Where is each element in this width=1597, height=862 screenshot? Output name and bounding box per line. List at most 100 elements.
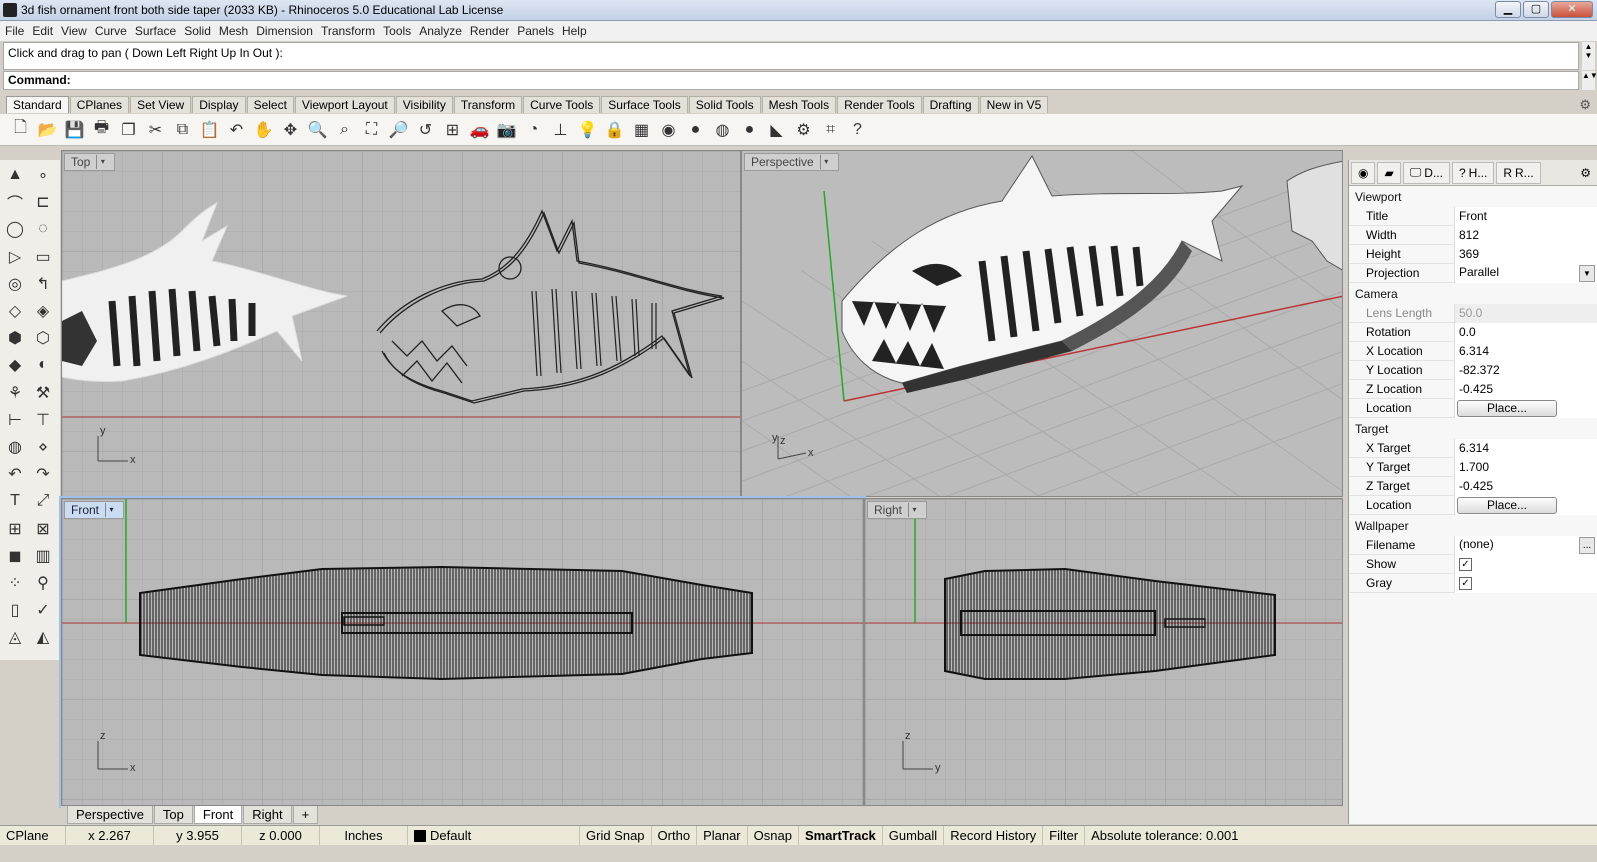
projection-select[interactable]: Parallel ▼ bbox=[1454, 263, 1597, 283]
left-tool-11-icon[interactable]: ◇ bbox=[2, 298, 28, 324]
tab-mesh-tools[interactable]: Mesh Tools bbox=[761, 96, 837, 113]
camera-icon[interactable]: 📷 bbox=[494, 117, 519, 142]
left-tool-13-icon[interactable]: ⬢ bbox=[2, 325, 28, 351]
z-location-field[interactable]: -0.425 bbox=[1454, 379, 1597, 399]
tab-render-tools[interactable]: Render Tools bbox=[837, 96, 922, 113]
left-tool-20-icon[interactable]: ⊤ bbox=[30, 407, 56, 433]
viewport-tab-top[interactable]: Top bbox=[153, 806, 193, 824]
cplane-status[interactable]: CPlane bbox=[0, 825, 66, 846]
viewport-front-title[interactable]: Front ▾ bbox=[64, 501, 125, 519]
cplane-icon[interactable]: ⊥ bbox=[548, 117, 573, 142]
width-field[interactable]: 812 bbox=[1454, 225, 1597, 245]
copy-icon[interactable]: ⧉ bbox=[170, 117, 195, 142]
menu-view[interactable]: View bbox=[59, 24, 93, 38]
viewport-top-title[interactable]: Top ▾ bbox=[64, 153, 116, 171]
copy-to-clipboard-icon[interactable]: ❐ bbox=[116, 117, 141, 142]
left-tool-16-icon[interactable]: ◐ bbox=[30, 352, 56, 378]
car-named-view-icon[interactable]: 🚗 bbox=[467, 117, 492, 142]
viewport-right[interactable]: z y Right ▾ bbox=[864, 498, 1343, 806]
z-target-field[interactable]: -0.425 bbox=[1454, 476, 1597, 496]
left-tool-19-icon[interactable]: ⊢ bbox=[2, 407, 28, 433]
layer-icon[interactable]: ▦ bbox=[629, 117, 654, 142]
menu-surface[interactable]: Surface bbox=[133, 24, 182, 38]
left-tool-29-icon[interactable]: ◼ bbox=[2, 543, 28, 569]
viewport-top[interactable]: y x Top ▾ bbox=[61, 150, 741, 497]
shaded-sphere-icon[interactable]: ● bbox=[683, 117, 708, 142]
left-tool-36-icon[interactable]: ◭ bbox=[30, 624, 56, 650]
menu-render[interactable]: Render bbox=[468, 24, 515, 38]
browse-button[interactable]: ... bbox=[1579, 536, 1595, 554]
viewport-perspective-dropdown-icon[interactable]: ▾ bbox=[819, 155, 832, 169]
tab-drafting[interactable]: Drafting bbox=[922, 96, 979, 113]
target-place-button[interactable]: Place... bbox=[1457, 496, 1557, 514]
undo-icon[interactable]: ↶ bbox=[224, 117, 249, 142]
left-tool-15-icon[interactable]: ◆ bbox=[2, 352, 28, 378]
command-history-scrollbar[interactable]: ▲ ▼ bbox=[1581, 42, 1595, 70]
left-tool-28-icon[interactable]: ⊠ bbox=[30, 516, 56, 542]
minimize-button[interactable]: ▁ bbox=[1495, 1, 1521, 18]
left-tool-14-icon[interactable]: ⬡ bbox=[30, 325, 56, 351]
menu-help[interactable]: Help bbox=[560, 24, 593, 38]
panel-tab-display[interactable]: 🖵 D... bbox=[1402, 161, 1450, 184]
left-tool-4-icon[interactable]: ⊏ bbox=[30, 189, 56, 215]
x-target-field[interactable]: 6.314 bbox=[1454, 438, 1597, 458]
cut-icon[interactable]: ✂ bbox=[143, 117, 168, 142]
snapshot-icon[interactable]: ◔ bbox=[521, 117, 546, 142]
viewport-tab-right[interactable]: Right bbox=[243, 806, 292, 824]
left-tool-33-icon[interactable]: ▯ bbox=[2, 597, 28, 623]
viewport-right-dropdown-icon[interactable]: ▾ bbox=[908, 503, 920, 517]
viewport-perspective[interactable]: y z x Perspective ▾ bbox=[741, 150, 1343, 497]
open-folder-icon[interactable]: 📂 bbox=[35, 117, 60, 142]
menu-dimension[interactable]: Dimension bbox=[254, 24, 319, 38]
zoom-window-icon[interactable]: ⌕ bbox=[332, 117, 357, 142]
layer-status[interactable]: Default bbox=[408, 825, 580, 846]
rendered-sphere-icon[interactable]: ◍ bbox=[710, 117, 735, 142]
undo-view-icon[interactable]: ↺ bbox=[413, 117, 438, 142]
left-tool-27-icon[interactable]: ⊞ bbox=[2, 516, 28, 542]
left-tool-22-icon[interactable]: ⋄ bbox=[30, 434, 56, 460]
tab-display[interactable]: Display bbox=[192, 96, 246, 113]
menu-mesh[interactable]: Mesh bbox=[217, 24, 254, 38]
viewport-top-dropdown-icon[interactable]: ▾ bbox=[96, 155, 108, 169]
pan-hand-icon[interactable]: ✋ bbox=[251, 117, 276, 142]
left-tool-26-icon[interactable]: ⤢ bbox=[30, 488, 56, 514]
paste-icon[interactable]: 📋 bbox=[197, 117, 222, 142]
left-tool-35-icon[interactable]: ◬ bbox=[2, 624, 28, 650]
maximize-button[interactable]: ▢ bbox=[1523, 1, 1549, 18]
left-tool-23-icon[interactable]: ↶ bbox=[2, 461, 28, 487]
viewport-perspective-title[interactable]: Perspective ▾ bbox=[744, 153, 839, 171]
left-tool-12-icon[interactable]: ◈ bbox=[30, 298, 56, 324]
color-wheel-icon[interactable]: ◉ bbox=[656, 117, 681, 142]
viewport-right-title[interactable]: Right ▾ bbox=[867, 501, 928, 519]
tab-viewport-layout[interactable]: Viewport Layout bbox=[294, 96, 395, 113]
units-status[interactable]: Inches bbox=[320, 825, 408, 846]
tab-select[interactable]: Select bbox=[246, 96, 294, 113]
tab-standard[interactable]: Standard bbox=[6, 96, 69, 113]
grid-icon[interactable]: ⌗ bbox=[818, 117, 843, 142]
height-field[interactable]: 369 bbox=[1454, 244, 1597, 264]
zoom-dynamic-icon[interactable]: 🔍 bbox=[305, 117, 330, 142]
left-tool-6-icon[interactable]: ◌ bbox=[30, 216, 56, 242]
tab-transform[interactable]: Transform bbox=[453, 96, 523, 113]
menu-solid[interactable]: Solid bbox=[182, 24, 217, 38]
close-button[interactable]: ✕ bbox=[1551, 1, 1593, 18]
left-tool-24-icon[interactable]: ↷ bbox=[30, 461, 56, 487]
rotate-view-icon[interactable]: ✥ bbox=[278, 117, 303, 142]
tab-visibility[interactable]: Visibility bbox=[395, 96, 453, 113]
left-tool-30-icon[interactable]: ▥ bbox=[30, 543, 56, 569]
print-icon[interactable]: 🖶 bbox=[89, 117, 114, 142]
lock-icon[interactable]: 🔒 bbox=[602, 117, 627, 142]
paint-bucket-icon[interactable]: ◣ bbox=[764, 117, 789, 142]
left-tool-10-icon[interactable]: ↰ bbox=[30, 271, 56, 297]
gumball-toggle[interactable]: Gumball bbox=[883, 825, 945, 846]
left-tool-21-icon[interactable]: ◍ bbox=[2, 434, 28, 460]
tab-cplanes[interactable]: CPlanes bbox=[69, 96, 130, 113]
tab-set-view[interactable]: Set View bbox=[130, 96, 192, 113]
y-target-field[interactable]: 1.700 bbox=[1454, 457, 1597, 477]
add-viewport-tab-button[interactable]: + bbox=[292, 806, 319, 824]
left-tool-18-icon[interactable]: ⚒ bbox=[30, 380, 56, 406]
left-tool-17-icon[interactable]: ⚘ bbox=[2, 380, 28, 406]
tab-curve-tools[interactable]: Curve Tools bbox=[523, 96, 601, 113]
panel-tab-render[interactable]: R R... bbox=[1496, 161, 1541, 184]
chevron-down-icon[interactable]: ▼ bbox=[1579, 264, 1595, 282]
